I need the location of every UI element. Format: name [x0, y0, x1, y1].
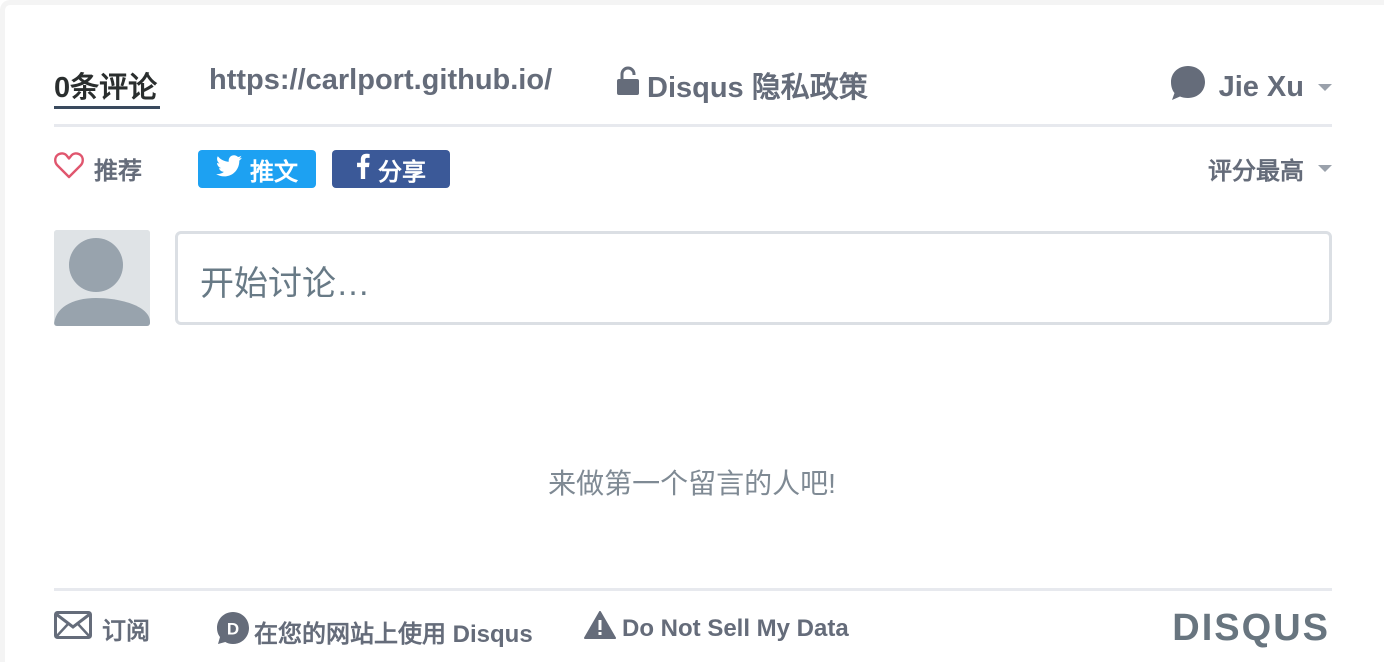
top-nav: 0条评论 https://carlport.github.io/ Disqus … [54, 56, 1332, 127]
add-disqus-link[interactable]: D 在您的网站上使用 Disqus [216, 611, 533, 652]
tab-site-url[interactable]: https://carlport.github.io/ [209, 64, 552, 97]
chevron-down-icon [1318, 165, 1332, 172]
user-menu[interactable]: Jie Xu [1169, 64, 1332, 110]
tweet-label: 推文 [250, 158, 298, 186]
facebook-share-button[interactable]: 分享 [332, 150, 450, 188]
warning-icon [584, 611, 616, 646]
empty-state-message: 来做第一个留言的人吧! [548, 468, 836, 499]
disqus-brand-logo[interactable]: DISQUS [1172, 607, 1330, 650]
chevron-down-icon [1318, 83, 1332, 91]
avatar[interactable] [54, 230, 150, 326]
envelope-icon [54, 611, 92, 646]
recommend-button[interactable]: 推荐 [54, 151, 142, 186]
add-disqus-label: 在您的网站上使用 Disqus [254, 621, 533, 648]
lock-icon [617, 66, 639, 104]
do-not-sell-link[interactable]: Do Not Sell My Data [584, 611, 849, 646]
sort-dropdown[interactable]: 评分最高 [1208, 151, 1332, 186]
tweet-button[interactable]: 推文 [198, 150, 316, 188]
subscribe-label: 订阅 [102, 618, 150, 645]
disqus-logo-icon: D [216, 611, 250, 652]
tab-comments[interactable]: 0条评论 [54, 64, 160, 109]
facebook-icon [356, 153, 370, 186]
footer: 订阅 D 在您的网站上使用 Disqus Do Not Sell My Data… [54, 588, 1332, 662]
comment-input[interactable]: 开始讨论… [175, 231, 1332, 325]
privacy-policy-label: Disqus 隐私政策 [647, 72, 868, 104]
twitter-bird-icon [216, 154, 242, 184]
user-name: Jie Xu [1218, 70, 1304, 103]
svg-text:D: D [227, 620, 239, 639]
comment-input-placeholder: 开始讨论… [200, 265, 370, 303]
default-avatar-icon [54, 230, 150, 326]
active-tab-underline [54, 106, 160, 109]
comment-count-label: 0条评论 [54, 72, 158, 104]
do-not-sell-label: Do Not Sell My Data [622, 614, 849, 642]
sort-label: 评分最高 [1208, 158, 1304, 185]
tab-privacy-policy[interactable]: Disqus 隐私政策 [617, 64, 868, 106]
share-label: 分享 [378, 158, 426, 186]
user-avatar-icon [1169, 64, 1207, 110]
recommend-label: 推荐 [94, 158, 142, 185]
heart-icon [54, 151, 84, 186]
subscribe-link[interactable]: 订阅 [54, 611, 150, 646]
actions-bar: 推荐 推文 分享 评分最高 [54, 148, 1332, 190]
